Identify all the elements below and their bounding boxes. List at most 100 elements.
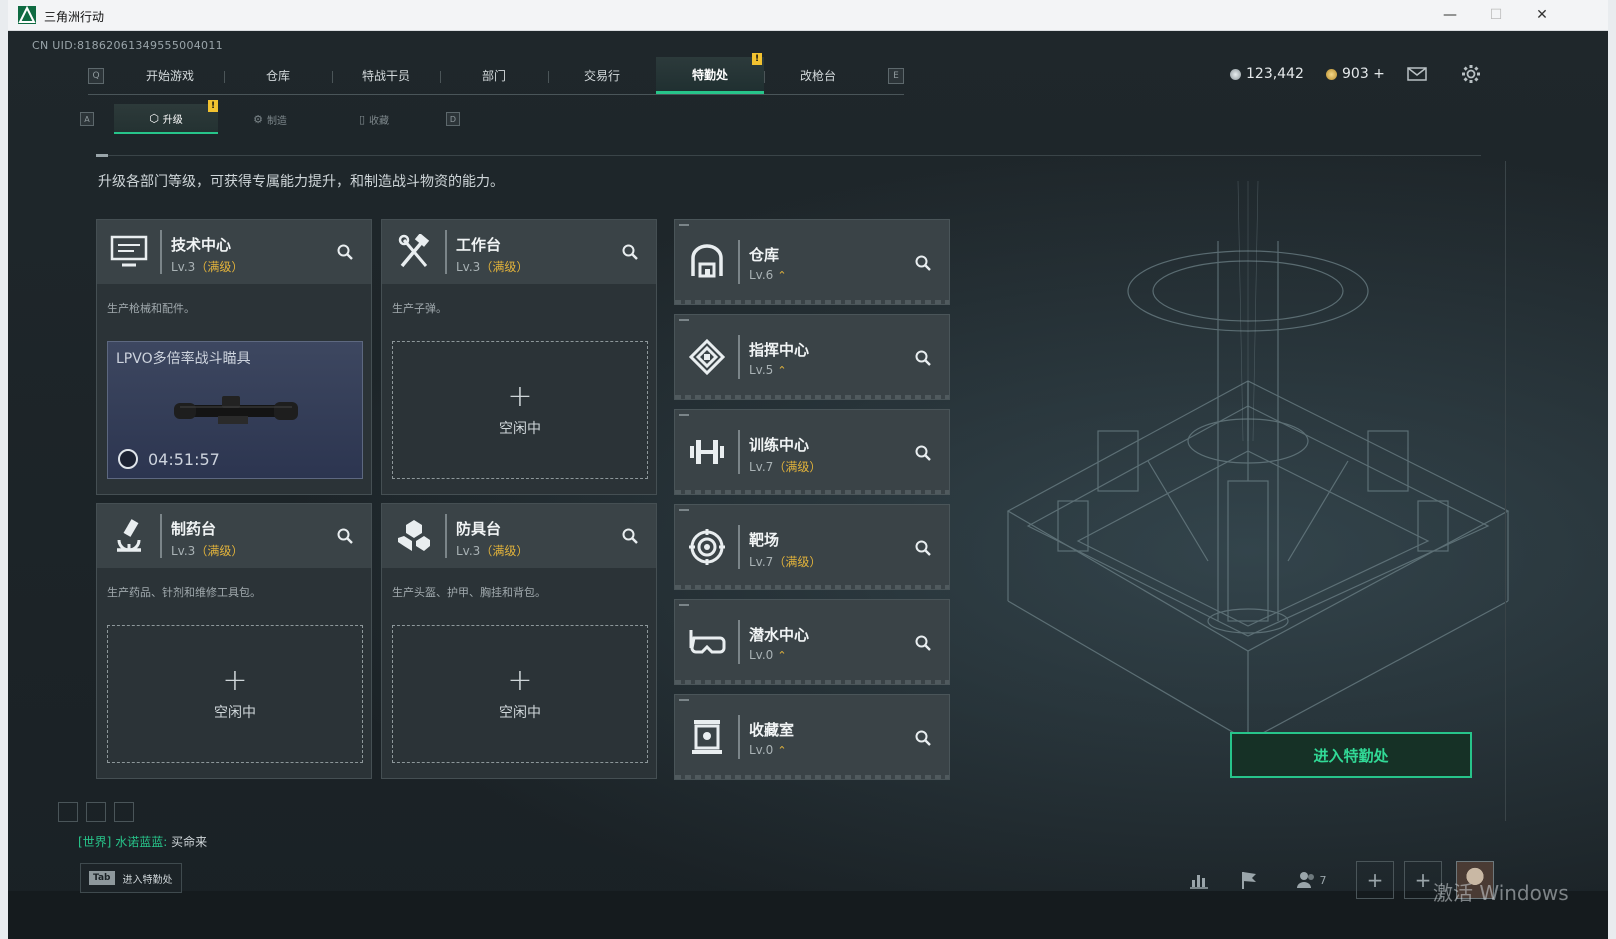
workshop-tech-center[interactable]: 技术中心 Lv.3（满级） 生产枪械和配件。 LPVO多倍率战斗瞄具 04:51… [96, 219, 372, 495]
subnav-prev-key-hint[interactable]: A [80, 112, 94, 126]
user-uid: CN UID:8186206134955500401​1 [32, 39, 223, 52]
workshop-pharmacy[interactable]: 制药台 Lv.3（满级） 生产药品、针剂和维修工具包。 + 空闲中 [96, 503, 372, 779]
app-logo-icon [18, 6, 36, 24]
card-header: 防具台 Lv.3（满级） [382, 504, 656, 568]
department-shooting-range[interactable]: 靶场 Lv.7（满级） [674, 504, 950, 590]
windows-activation-watermark: 激活 Windows [1433, 881, 1569, 905]
upgrade-arrow-icon: ⌃ [777, 649, 787, 662]
search-icon[interactable] [333, 240, 357, 264]
card-header: 工作台 Lv.3（满级） [382, 220, 656, 284]
tab-departments[interactable]: 部门 [440, 57, 548, 94]
upgrade-arrow-icon: ⌃ [777, 744, 787, 757]
tab-shortcut-hint[interactable]: Tab 进入特勤处 [80, 863, 182, 893]
add-party-slot-button[interactable]: + [1356, 861, 1394, 899]
subtab-collection[interactable]: ▯ 收藏 [322, 104, 426, 134]
empty-crafting-slot[interactable]: + 空闲中 [107, 625, 363, 763]
workshop-armor-bench[interactable]: 防具台 Lv.3（满级） 生产头盔、护甲、胸挂和背包。 + 空闲中 [381, 503, 657, 779]
search-icon[interactable] [911, 726, 935, 750]
search-icon[interactable] [911, 631, 935, 655]
gear-icon[interactable] [1458, 61, 1484, 87]
search-icon[interactable] [618, 524, 642, 548]
max-level-tag: （满级） [773, 460, 822, 474]
search-icon[interactable] [911, 441, 935, 465]
tab-operators[interactable]: 特战干员 [332, 57, 440, 94]
max-level-tag: （满级） [195, 544, 244, 558]
plus-icon: + [507, 663, 533, 698]
level-value: Lv.3 [456, 544, 481, 558]
crafting-slot[interactable]: LPVO多倍率战斗瞄具 04:51:57 [107, 341, 363, 479]
chat-emoji-icon[interactable] [86, 802, 106, 822]
tab-start-game[interactable]: 开始游戏 [116, 57, 224, 94]
tab-warehouse[interactable]: 仓库 [224, 57, 332, 94]
tab-gunsmith[interactable]: 改枪台 [764, 57, 872, 94]
department-training-center[interactable]: 训练中心 Lv.7（满级） [674, 409, 950, 495]
flag-icon[interactable] [1234, 865, 1264, 895]
subnav-next-key-hint[interactable]: D [446, 112, 460, 126]
microscope-icon [107, 514, 151, 558]
enter-special-ops-button[interactable]: 进入特勤处 [1230, 732, 1472, 778]
workshop-description: 生产头盔、护甲、胸挂和背包。 [392, 586, 546, 599]
scope-image [174, 396, 298, 424]
special-ops-building-illustration [1006, 181, 1510, 742]
empty-crafting-slot[interactable]: + 空闲中 [392, 341, 648, 479]
workshop-workbench[interactable]: 工作台 Lv.3（满级） 生产子弹。 + 空闲中 [381, 219, 657, 495]
dumbbell-icon [685, 430, 729, 474]
target-icon [685, 525, 729, 569]
workshop-level: Lv.3（满级） [171, 542, 243, 559]
friends-count: 7 [1319, 873, 1327, 887]
divider-accent [96, 154, 108, 157]
silver-coin-icon [1230, 68, 1241, 80]
tab-label: 特战干员 [361, 69, 410, 83]
level-value: Lv.3 [456, 260, 481, 274]
level-value: Lv.5 [749, 363, 774, 377]
search-icon[interactable] [333, 524, 357, 548]
department-warehouse[interactable]: 仓库 Lv.6 ⌃ [674, 219, 950, 305]
separator [738, 240, 740, 284]
friends-icon[interactable]: 7 [1288, 865, 1334, 895]
plus-icon: + [507, 379, 533, 414]
tab-label: 仓库 [265, 69, 290, 83]
tab-special-ops[interactable]: 特勤处 ! [656, 53, 764, 94]
gold-currency[interactable]: 903 + [1326, 66, 1385, 82]
level-value: Lv.7 [749, 555, 774, 569]
subtab-label: 制造 [266, 115, 287, 127]
tab-hint-label: 进入特勤处 [122, 874, 173, 886]
workshop-name: 制药台 [171, 520, 217, 538]
idle-label: 空闲中 [499, 705, 541, 721]
silver-currency: 123,442 [1230, 66, 1304, 82]
stats-chart-icon[interactable] [1184, 865, 1214, 895]
level-value: Lv.3 [171, 260, 196, 274]
divider [96, 155, 1481, 156]
department-level: Lv.6 ⌃ [749, 268, 787, 282]
diving-mask-icon [685, 620, 729, 664]
department-level: Lv.0 ⌃ [749, 743, 787, 757]
search-icon[interactable] [911, 346, 935, 370]
department-collection-room[interactable]: 收藏室 Lv.0 ⌃ [674, 694, 950, 780]
search-icon[interactable] [911, 536, 935, 560]
department-level: Lv.7（满级） [749, 553, 821, 570]
nav-prev-key-hint[interactable]: Q [88, 67, 104, 84]
department-diving-center[interactable]: 潜水中心 Lv.0 ⌃ [674, 599, 950, 685]
close-button[interactable]: ✕ [1524, 4, 1560, 26]
subtab-upgrade[interactable]: ⬡ 升级 ! [114, 100, 218, 134]
subtab-craft[interactable]: ⚙ 制造 [218, 104, 322, 134]
subtab-label: 升级 [162, 114, 183, 126]
nav-next-key-hint[interactable]: E [888, 67, 904, 84]
department-command-center[interactable]: 指挥中心 Lv.5 ⌃ [674, 314, 950, 400]
workshop-description: 生产子弹。 [392, 302, 447, 315]
tab-market[interactable]: 交易行 [548, 57, 656, 94]
chat-expand-icon[interactable] [114, 802, 134, 822]
chat-message[interactable]: [世界] 水诺蓝蓝: 买命来 [78, 833, 207, 850]
minimize-button[interactable]: — [1432, 4, 1468, 26]
gold-coin-icon [1326, 68, 1337, 80]
search-icon[interactable] [911, 251, 935, 275]
warehouse-icon [685, 240, 729, 284]
mail-icon[interactable] [1404, 61, 1430, 87]
search-icon[interactable] [618, 240, 642, 264]
chat-channel: [世界] [78, 835, 112, 849]
monitor-icon [107, 230, 151, 274]
workshop-description: 生产药品、针剂和维修工具包。 [107, 586, 261, 599]
maximize-button[interactable]: ☐ [1478, 4, 1514, 26]
chat-channel-icon[interactable] [58, 802, 78, 822]
empty-crafting-slot[interactable]: + 空闲中 [392, 625, 648, 763]
